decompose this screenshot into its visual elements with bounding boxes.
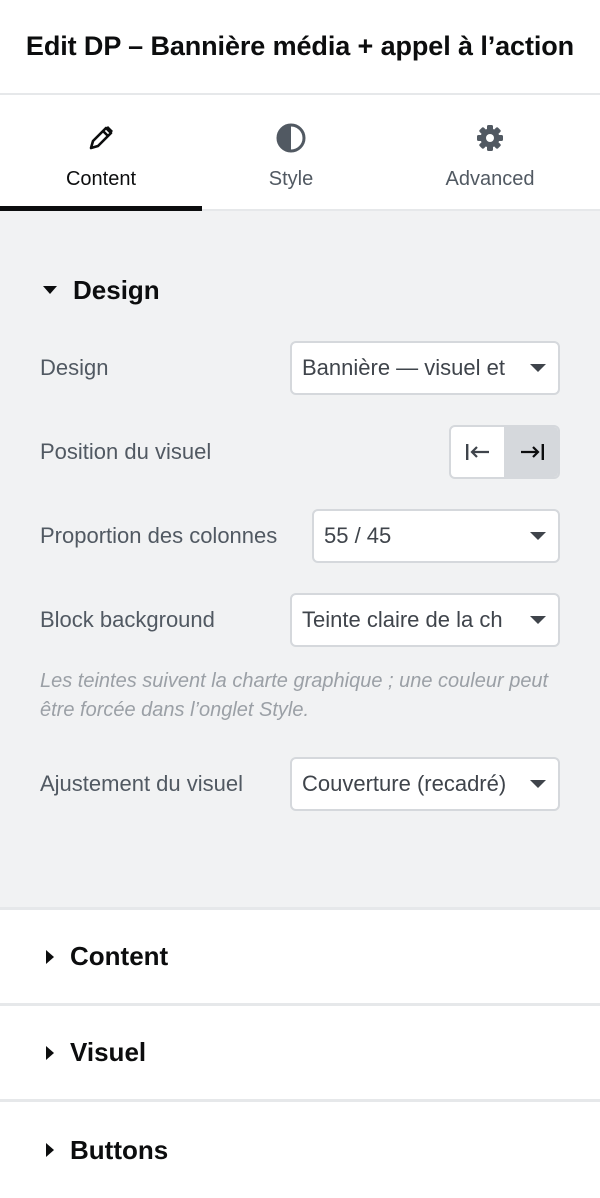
align-right-button[interactable] (504, 427, 558, 477)
design-section-title: Design (73, 274, 160, 305)
background-hint: Les teintes suivent la charte graphique … (40, 670, 549, 721)
tab-content[interactable]: Content (0, 95, 202, 211)
position-control: Position du visuel (40, 425, 560, 479)
proportion-select-value: 55 / 45 (324, 523, 392, 548)
caret-down-icon (43, 286, 57, 294)
tab-advanced[interactable]: Advanced (380, 95, 600, 209)
visuel-section-title: Visuel (70, 1037, 147, 1067)
design-label: Design (40, 355, 109, 380)
fit-label: Ajustement du visuel (40, 771, 243, 796)
caret-right-icon (46, 1045, 54, 1060)
align-left-icon (465, 444, 489, 460)
chevron-down-icon (530, 780, 546, 788)
pencil-icon (89, 126, 113, 150)
buttons-section-toggle[interactable]: Buttons (0, 1102, 600, 1198)
proportion-control: Proportion des colonnes 55 / 45 (40, 509, 560, 563)
buttons-section-title: Buttons (70, 1134, 169, 1165)
panel-title: Edit DP – Bannière média + appel à l’act… (25, 31, 575, 61)
background-label: Block background (40, 607, 215, 632)
align-right-icon (520, 444, 544, 460)
editor-tabs: Content Style Advanced (0, 95, 600, 211)
tab-style[interactable]: Style (202, 95, 380, 209)
design-select-value: Bannière — visuel et (302, 355, 505, 380)
half-circle-icon (276, 123, 306, 153)
fit-select[interactable]: Couverture (recadré) (290, 757, 560, 811)
chevron-down-icon (530, 532, 546, 540)
caret-right-icon (46, 949, 54, 964)
position-label: Position du visuel (40, 439, 212, 464)
tab-content-label: Content (65, 168, 137, 190)
tab-style-label: Style (268, 168, 314, 190)
content-section-toggle[interactable]: Content (0, 910, 600, 1006)
tab-advanced-label: Advanced (445, 168, 535, 190)
position-toggle (449, 425, 560, 479)
visuel-section-toggle[interactable]: Visuel (0, 1006, 600, 1102)
design-section: Design Design Bannière — visuel et Posit… (0, 211, 600, 910)
align-left-button[interactable] (451, 427, 504, 477)
background-control: Block background Teinte claire de la ch (40, 593, 560, 647)
fit-select-value: Couverture (recadré) (302, 771, 507, 796)
proportion-select[interactable]: 55 / 45 (312, 509, 560, 563)
chevron-down-icon (530, 616, 546, 624)
content-section-title: Content (70, 941, 169, 971)
design-select[interactable]: Bannière — visuel et (290, 341, 560, 395)
background-select-value: Teinte claire de la ch (302, 607, 503, 632)
chevron-down-icon (530, 364, 546, 372)
caret-right-icon (46, 1143, 54, 1157)
gear-icon (477, 125, 503, 151)
background-select[interactable]: Teinte claire de la ch (290, 593, 560, 647)
proportion-label: Proportion des colonnes (40, 523, 278, 548)
design-control: Design Bannière — visuel et (40, 341, 560, 395)
fit-control: Ajustement du visuel Couverture (recadré… (40, 757, 560, 811)
panel-header: Edit DP – Bannière média + appel à l’act… (0, 0, 600, 95)
